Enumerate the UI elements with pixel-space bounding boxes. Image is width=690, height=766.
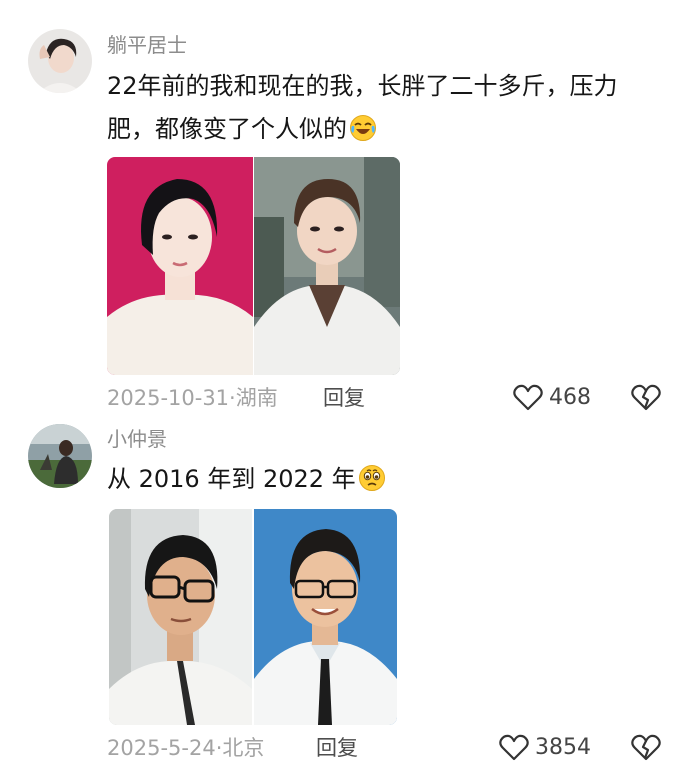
comment-location: 北京	[222, 736, 265, 760]
comment-meta: 2025-5-24·北京	[107, 733, 264, 763]
comment-text-line-1: 从 2016 年到 2022 年	[107, 465, 356, 493]
avatar[interactable]	[28, 29, 92, 93]
comment-location: 湖南	[235, 386, 278, 410]
comment-text: 从 2016 年到 2022 年	[107, 458, 667, 501]
meta-separator: ·	[229, 386, 236, 410]
crying-laughing-emoji-icon	[349, 113, 377, 141]
like-count: 3854	[535, 735, 591, 760]
like-count: 468	[549, 385, 591, 410]
dislike-button[interactable]	[631, 384, 661, 416]
comment-text: 22年前的我和现在的我，长胖了二十多斤，压力 肥，都像变了个人似的	[107, 65, 667, 151]
comment-photo-then[interactable]	[107, 157, 253, 375]
comment-date: 2025-5-24	[107, 736, 216, 760]
heart-outline-icon	[499, 734, 529, 761]
broken-heart-icon	[631, 734, 661, 761]
comment-photo-now[interactable]	[254, 509, 397, 725]
broken-heart-icon	[631, 384, 661, 411]
comment-meta: 2025-10-31·湖南	[107, 383, 278, 413]
holding-back-tears-emoji-icon	[358, 463, 386, 491]
comment-photo-now[interactable]	[254, 157, 400, 375]
username[interactable]: 躺平居士	[107, 31, 187, 59]
comment-text-line-2-text: 肥，都像变了个人似的	[107, 115, 347, 143]
comment-1: 躺平居士 22年前的我和现在的我，长胖了二十多斤，压力 肥，都像变了个人似的 2…	[0, 0, 690, 420]
username[interactable]: 小仲景	[107, 425, 167, 453]
dislike-button[interactable]	[631, 734, 661, 766]
heart-outline-icon	[513, 384, 543, 411]
comment-photo-then[interactable]	[109, 509, 252, 725]
comment-date: 2025-10-31	[107, 386, 230, 410]
like-button[interactable]: 468	[513, 383, 591, 413]
comment-text-line-1: 22年前的我和现在的我，长胖了二十多斤，压力	[107, 72, 618, 100]
reply-button[interactable]: 回复	[316, 733, 358, 763]
comment-text-line-2: 肥，都像变了个人似的	[107, 108, 667, 151]
reply-button[interactable]: 回复	[323, 383, 365, 413]
comment-2: 小仲景 从 2016 年到 2022 年 2025-5-24·北京 回复 385…	[0, 420, 690, 764]
like-button[interactable]: 3854	[499, 733, 591, 763]
avatar[interactable]	[28, 424, 92, 488]
